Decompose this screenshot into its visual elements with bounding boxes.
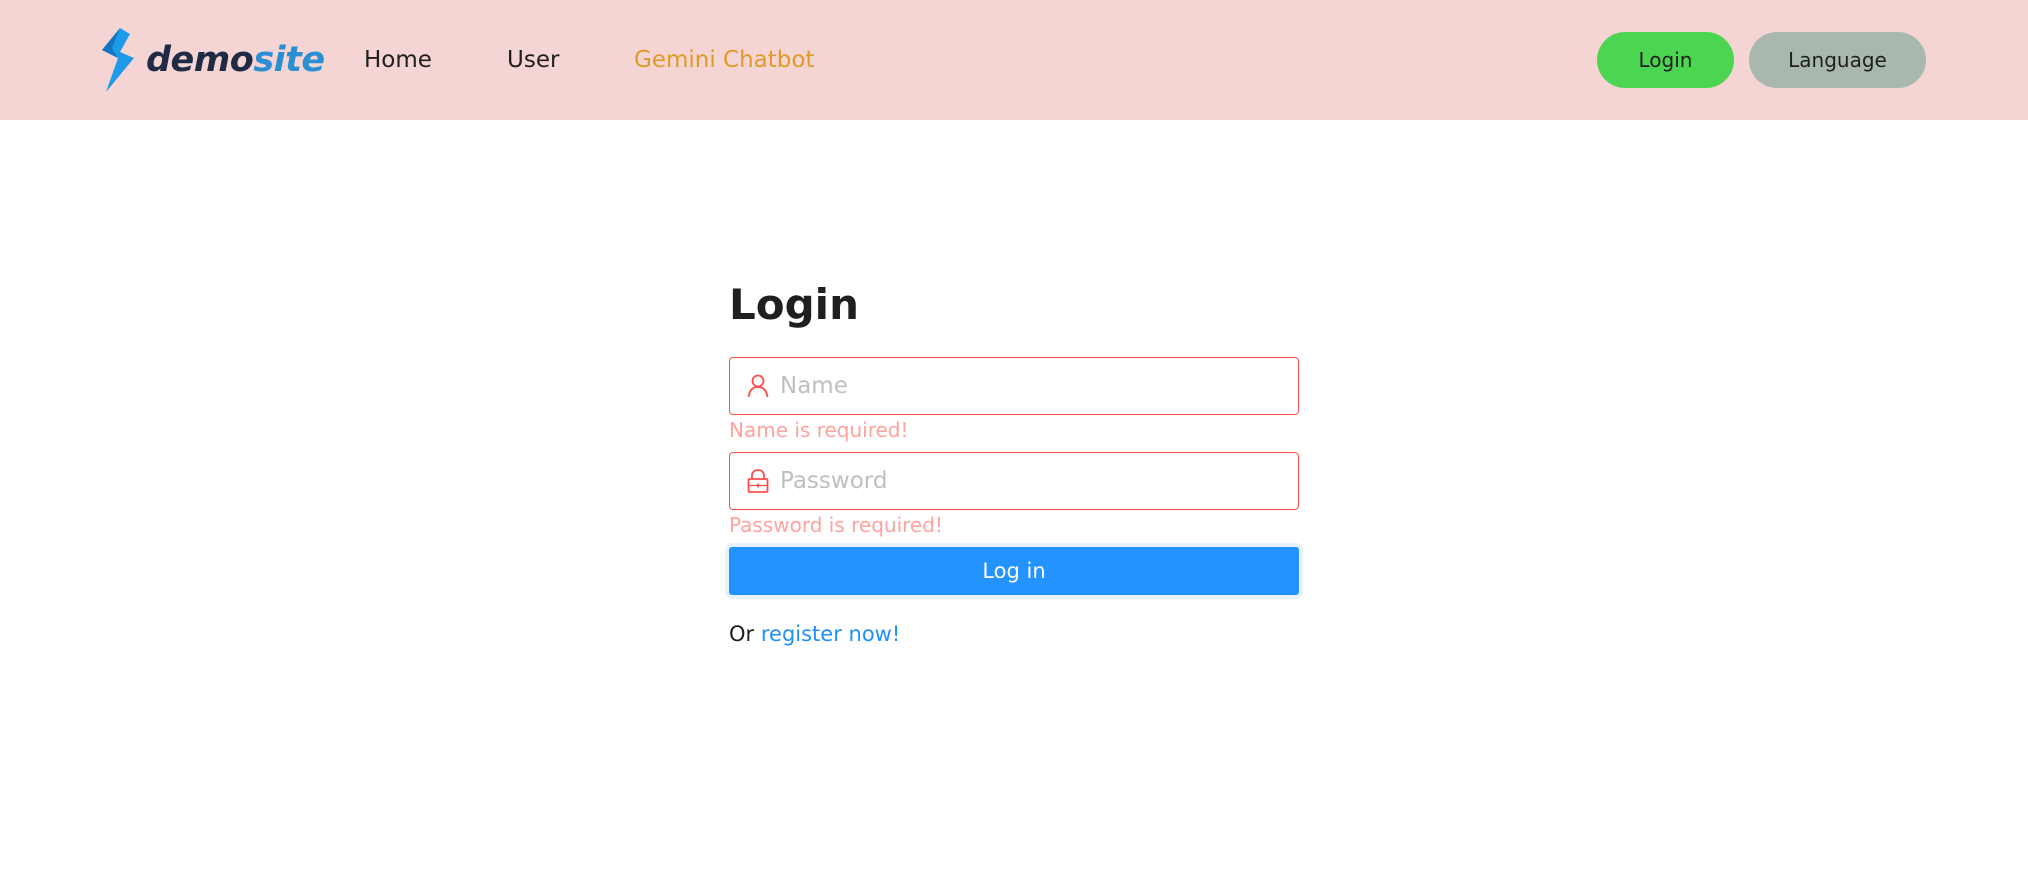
password-input[interactable] [778,460,1282,502]
language-button[interactable]: Language [1749,32,1926,88]
register-link[interactable]: register now! [761,622,900,646]
password-error-message: Password is required! [729,513,943,537]
register-prompt: Or register now! [729,622,900,646]
user-icon [746,374,770,398]
nav-item-gemini-chatbot: Gemini Chatbot [634,0,815,120]
header-login-button[interactable]: Login [1597,32,1734,88]
nav-link-user[interactable]: User [507,47,559,73]
password-field[interactable] [729,452,1299,510]
logo[interactable]: demosite [100,28,325,92]
nav-item-home: Home [364,0,432,120]
logo-text: demosite [146,40,325,80]
logo-word-site: site [253,40,325,80]
top-header: demosite Home User Gemini Chatbot Login … [0,0,2028,120]
name-error-message: Name is required! [729,418,909,442]
logo-word-demo: demo [146,40,254,80]
nav-item-user: User [507,0,559,120]
log-in-button[interactable]: Log in [729,547,1299,595]
name-field[interactable] [729,357,1299,415]
lock-icon [746,469,770,493]
page-title: Login [729,280,859,329]
nav-link-home[interactable]: Home [364,47,432,73]
register-prefix: Or [729,622,755,646]
nav-link-gemini-chatbot[interactable]: Gemini Chatbot [634,47,815,73]
name-input[interactable] [778,365,1282,407]
lightning-bolt-icon [100,28,138,92]
